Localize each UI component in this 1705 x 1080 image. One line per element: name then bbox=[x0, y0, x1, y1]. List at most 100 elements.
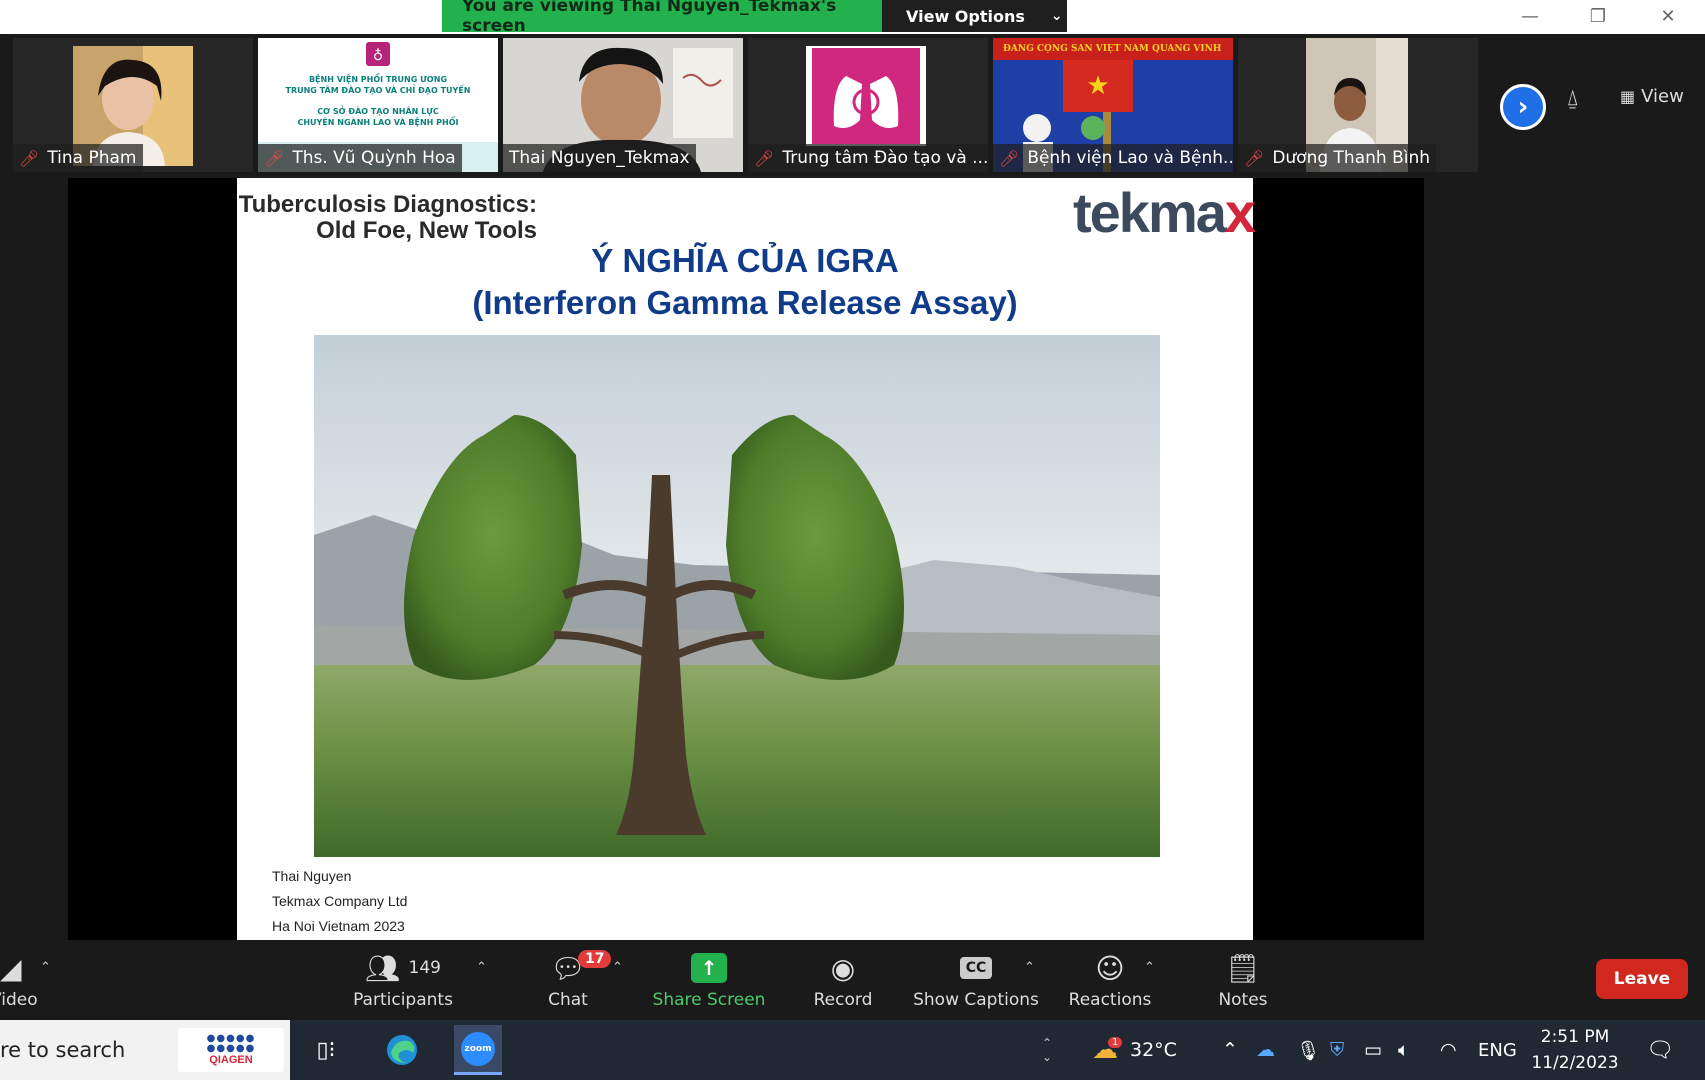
video-options-caret[interactable]: ⌃ bbox=[40, 948, 51, 975]
share-screen-label: Share Screen bbox=[652, 990, 766, 1010]
lung-tree-image bbox=[314, 335, 1160, 857]
mic-muted-icon: 🎤︎ bbox=[1244, 148, 1265, 168]
record-label: Record bbox=[813, 990, 873, 1010]
clock-date: 11/2/2023 bbox=[1531, 1053, 1619, 1073]
restore-button[interactable]: ❐ bbox=[1575, 2, 1621, 30]
notes-button[interactable]: 🗒︎ Notes bbox=[1216, 948, 1270, 1011]
mic-muted-icon: 🎤︎ bbox=[754, 148, 775, 168]
task-view-button[interactable]: ▯⁝ bbox=[304, 1030, 348, 1070]
org-logo-caption: BỆNH VIỆN PHỔI TRUNG ƯƠNG TRUNG TÂM ĐÀO … bbox=[258, 74, 498, 128]
search-placeholder: re to search bbox=[0, 1038, 126, 1062]
chat-label: Chat bbox=[548, 990, 588, 1010]
participant-name-bar: 🎤︎ Trung tâm Đào tạo và ... bbox=[748, 144, 988, 172]
share-icon-wrap: ↑ bbox=[691, 948, 727, 988]
chat-button[interactable]: 💬︎ 17 Chat bbox=[540, 948, 612, 1010]
edge-icon bbox=[387, 1035, 417, 1065]
svg-text:★: ★ bbox=[1086, 71, 1109, 101]
input-language-button[interactable]: ENG bbox=[1478, 1020, 1517, 1080]
participants-button[interactable]: 👥︎ 149 Participants bbox=[350, 948, 456, 1011]
scroll-down-icon: ⌄ bbox=[1041, 1050, 1053, 1064]
chat-options-caret[interactable]: ⌃ bbox=[612, 948, 623, 975]
meeting-toolbar: ◢ Video ⌃ 👥︎ 149 Participants ⌃ 💬︎ 17 Ch… bbox=[0, 940, 1705, 1020]
participant-tile[interactable]: ★ ĐẢNG CỘNG SẢN VIỆT NAM QUANG VINH 🎤︎ B… bbox=[993, 38, 1233, 172]
participants-options-caret[interactable]: ⌃ bbox=[476, 948, 487, 975]
participants-count: 149 bbox=[408, 958, 441, 978]
restore-icon: ❐ bbox=[1589, 5, 1607, 27]
logo-part: tek bbox=[1073, 181, 1150, 244]
participant-name: Tina Pham bbox=[47, 148, 137, 168]
show-captions-button[interactable]: CC Show Captions bbox=[913, 948, 1039, 1010]
microphone-icon: 🎙︎ bbox=[1296, 1039, 1321, 1062]
next-page-button[interactable]: › bbox=[1500, 84, 1546, 130]
footer-line: Tekmax Company Ltd bbox=[272, 893, 408, 909]
shield-icon: ⛨ bbox=[1330, 1039, 1345, 1061]
taskbar-clock[interactable]: 2:51 PM 11/2/2023 bbox=[1520, 1024, 1630, 1076]
chevron-up-icon: ⌃ bbox=[1222, 1039, 1238, 1061]
security-tray-button[interactable]: ⛨ bbox=[1330, 1020, 1344, 1080]
reactions-button[interactable]: ☺ Reactions bbox=[1068, 948, 1152, 1011]
participant-name: Thai Nguyen_Tekmax bbox=[509, 148, 690, 168]
zoom-taskbar-button[interactable]: zoom bbox=[454, 1025, 502, 1075]
weather-icon: ☁ 1 bbox=[1092, 1035, 1123, 1065]
mic-muted-icon: 🎤︎ bbox=[19, 148, 40, 168]
presentation-slide: Tuberculosis Diagnostics: Old Foe, New T… bbox=[237, 178, 1256, 940]
minimize-icon: — bbox=[1521, 5, 1539, 27]
smiley-add-icon: ☺ bbox=[1095, 951, 1125, 985]
view-options-button[interactable]: View Options ⌄ bbox=[882, 0, 1067, 32]
notes-label: Notes bbox=[1218, 990, 1268, 1010]
reactions-label: Reactions bbox=[1068, 990, 1152, 1010]
participant-tile[interactable]: ♁ BỆNH VIỆN PHỔI TRUNG ƯƠNG TRUNG TÂM ĐÀ… bbox=[258, 38, 498, 172]
participant-tile[interactable]: 🎤︎ Tina Pham bbox=[13, 38, 253, 172]
view-label: View bbox=[1641, 86, 1684, 107]
microphone-tray-button[interactable]: 🎙︎ bbox=[1296, 1020, 1320, 1080]
participant-name: Ths. Vũ Quỳnh Hoa bbox=[292, 148, 456, 168]
record-button[interactable]: ◉ Record bbox=[812, 948, 874, 1011]
onedrive-button[interactable]: ☁ bbox=[1256, 1020, 1275, 1080]
participant-name: Dương Thanh Bình bbox=[1272, 148, 1431, 168]
party-banner-text: ĐẢNG CỘNG SẢN VIỆT NAM QUANG VINH bbox=[1003, 44, 1222, 54]
slide-kicker: Tuberculosis Diagnostics: Old Foe, New T… bbox=[237, 192, 537, 244]
immersive-view-button[interactable]: ⍙ bbox=[1566, 86, 1579, 111]
edge-taskbar-button[interactable] bbox=[380, 1030, 424, 1070]
participant-tile[interactable]: 🎤︎ Trung tâm Đào tạo và ... bbox=[748, 38, 988, 172]
grid-icon: ▦ bbox=[1620, 87, 1636, 106]
video-button[interactable]: ◢ Video bbox=[0, 948, 60, 1011]
weather-widget[interactable]: ☁ 1 32°C bbox=[1092, 1020, 1177, 1080]
share-screen-button[interactable]: ↑ Share Screen bbox=[652, 948, 766, 1010]
close-button[interactable]: ✕ bbox=[1645, 2, 1691, 30]
mirror-icon: ⍙ bbox=[1566, 86, 1580, 111]
windows-taskbar: re to search ●●●●● ●●●●● QIAGEN ▯⁝ zoom ⌃… bbox=[0, 1020, 1705, 1080]
caret-up-icon: ⌃ bbox=[1144, 960, 1155, 975]
reactions-options-caret[interactable]: ⌃ bbox=[1144, 948, 1155, 975]
participant-name-bar: 🎤︎ Dương Thanh Bình bbox=[1238, 144, 1437, 172]
network-tray-button[interactable]: ◠ bbox=[1440, 1020, 1457, 1080]
qiagen-search-highlight[interactable]: ●●●●● ●●●●● QIAGEN bbox=[178, 1028, 284, 1072]
participant-name-bar: 🎤︎ Bệnh viện Lao và Bệnh... bbox=[993, 144, 1233, 172]
captions-options-caret[interactable]: ⌃ bbox=[1024, 948, 1035, 975]
volume-tray-button[interactable]: 🔈︎ bbox=[1398, 1020, 1409, 1080]
scroll-up-icon: ⌃ bbox=[1041, 1036, 1053, 1050]
caret-up-icon: ⌃ bbox=[476, 960, 487, 975]
weather-alert-badge: 1 bbox=[1108, 1037, 1123, 1048]
video-off-icon: ◢ bbox=[0, 951, 22, 985]
org-caption-line: CƠ SỞ ĐÀO TẠO NHÂN LỰC bbox=[317, 107, 439, 116]
footer-line: Thai Nguyen bbox=[272, 868, 352, 884]
qiagen-logo-dots: ●●●●● ●●●●● bbox=[206, 1033, 256, 1054]
cc-icon: CC bbox=[959, 957, 993, 979]
taskbar-scroll[interactable]: ⌃ ⌄ bbox=[1036, 1020, 1058, 1080]
svg-text:♁: ♁ bbox=[373, 48, 383, 64]
tekmax-logo: tekmax bbox=[1073, 180, 1256, 245]
participant-tile[interactable]: 🎤︎ Dương Thanh Bình bbox=[1238, 38, 1478, 172]
battery-icon: ▭ bbox=[1364, 1039, 1382, 1061]
action-center-button[interactable]: 🗨︎ bbox=[1646, 1020, 1674, 1080]
temperature-text: 32°C bbox=[1130, 1039, 1177, 1061]
view-button[interactable]: ▦ View bbox=[1620, 86, 1684, 107]
show-captions-label: Show Captions bbox=[913, 990, 1039, 1010]
leave-button[interactable]: Leave bbox=[1596, 959, 1688, 999]
chevron-down-icon: ⌄ bbox=[1050, 8, 1063, 24]
show-hidden-icons-button[interactable]: ⌃ bbox=[1222, 1020, 1238, 1080]
battery-tray-button[interactable]: ▭ bbox=[1364, 1020, 1382, 1080]
participant-tile-active-speaker[interactable]: Thai Nguyen_Tekmax bbox=[503, 38, 743, 172]
minimize-button[interactable]: — bbox=[1507, 2, 1553, 30]
screen-share-banner: You are viewing Thai Nguyen_Tekmax's scr… bbox=[442, 0, 882, 36]
